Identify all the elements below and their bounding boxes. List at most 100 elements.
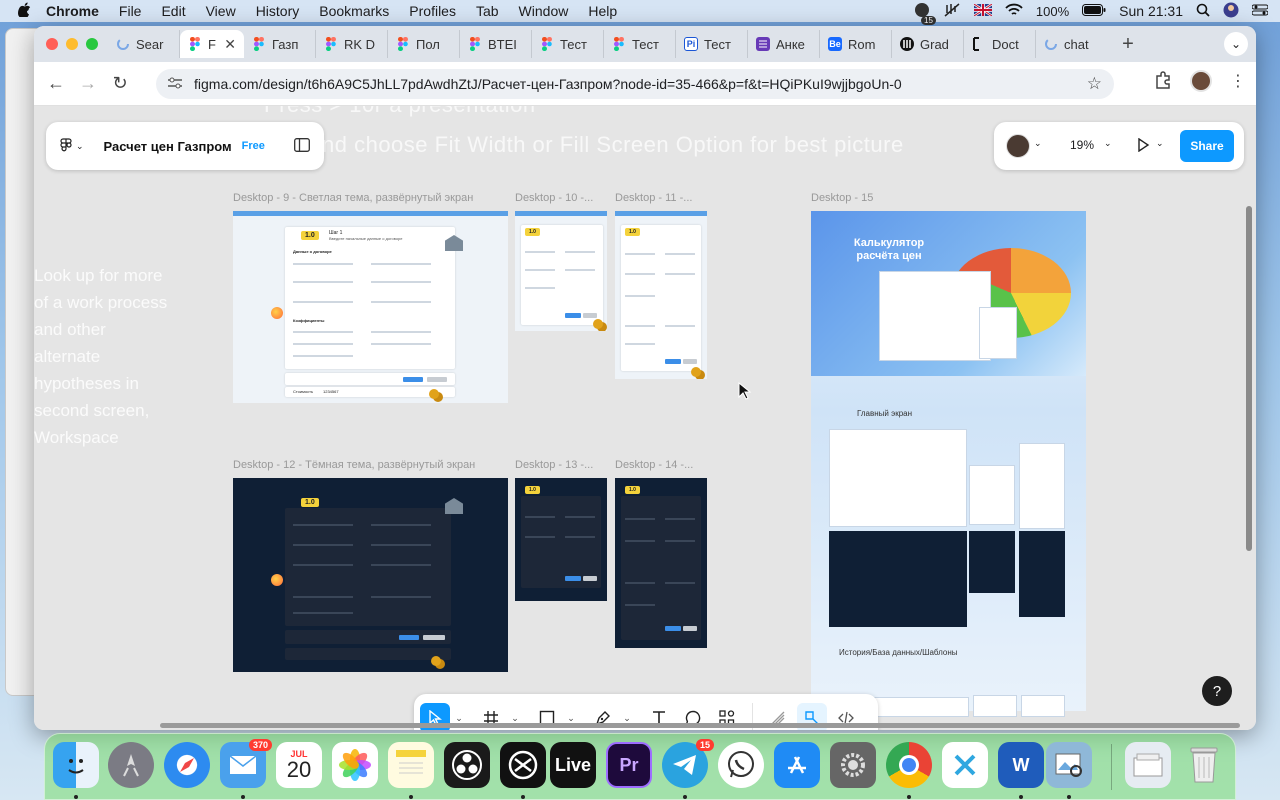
- wifi-icon[interactable]: [1005, 3, 1023, 20]
- zoom-chevron-icon[interactable]: ⌄: [1104, 138, 1112, 149]
- frame-label-desktop-12[interactable]: Desktop - 12 - Тёмная тема, развёрнутый …: [233, 459, 475, 471]
- menu-profiles[interactable]: Profiles: [409, 3, 456, 19]
- vertical-scrollbar[interactable]: [1246, 206, 1252, 551]
- premiere-pro-icon[interactable]: Pr: [606, 742, 652, 788]
- microsoft-word-icon[interactable]: W: [998, 742, 1044, 788]
- pen-tool-chevron-icon[interactable]: ⌄: [622, 713, 632, 724]
- tab-figma-test-1[interactable]: Тест: [532, 30, 604, 58]
- present-chevron-icon[interactable]: ⌄: [1156, 138, 1164, 149]
- figma-main-menu-icon[interactable]: ⌄: [60, 138, 84, 154]
- user-profile-icon[interactable]: [1223, 2, 1239, 21]
- system-settings-icon[interactable]: [830, 742, 876, 788]
- tab-pi-test[interactable]: Pi Тест: [676, 30, 748, 58]
- xcode-tool-icon[interactable]: [942, 742, 988, 788]
- uk-flag-icon[interactable]: [973, 2, 993, 19]
- frame-label-desktop-10[interactable]: Desktop - 10 -...: [515, 192, 593, 204]
- menu-edit[interactable]: Edit: [161, 3, 185, 19]
- tab-search-chevron-icon[interactable]: ⌄: [1224, 32, 1248, 56]
- forward-button[interactable]: →: [72, 73, 104, 94]
- preview-icon[interactable]: [1046, 742, 1092, 788]
- frame-desktop-12[interactable]: 1.0: [233, 478, 508, 672]
- tab-figma-active[interactable]: F ✕: [180, 30, 244, 58]
- frame-desktop-14[interactable]: 1.0: [615, 478, 707, 648]
- tab-figma-pol[interactable]: Пол: [388, 30, 460, 58]
- photos-icon[interactable]: [332, 742, 378, 788]
- frame-desktop-11[interactable]: 1.0: [615, 211, 707, 379]
- capcut-icon[interactable]: [500, 742, 546, 788]
- tab-grad[interactable]: Grad: [892, 30, 964, 58]
- frame-tool-chevron-icon[interactable]: ⌄: [510, 713, 520, 724]
- frame-desktop-10[interactable]: 1.0: [515, 211, 607, 331]
- menu-history[interactable]: History: [256, 3, 300, 19]
- frame-label-desktop-14[interactable]: Desktop - 14 -...: [615, 459, 693, 471]
- whatsapp-icon[interactable]: [718, 742, 764, 788]
- avatar-chevron-icon[interactable]: ⌄: [1034, 138, 1042, 149]
- minimize-window-button[interactable]: [66, 38, 78, 50]
- site-info-icon[interactable]: [168, 76, 182, 92]
- finder-icon[interactable]: [53, 742, 99, 788]
- notification-status-icon[interactable]: 15: [914, 2, 936, 25]
- tab-search[interactable]: Sear: [108, 30, 180, 58]
- frame-desktop-13[interactable]: 1.0: [515, 478, 607, 601]
- menu-help[interactable]: Help: [588, 3, 617, 19]
- chrome-menu-icon[interactable]: ⋮: [1230, 71, 1246, 91]
- reload-button[interactable]: ↻: [104, 73, 136, 94]
- close-tab-icon[interactable]: ✕: [224, 36, 236, 53]
- frame-label-desktop-11[interactable]: Desktop - 11 -...: [615, 192, 692, 204]
- zoom-window-button[interactable]: [86, 38, 98, 50]
- move-tool-chevron-icon[interactable]: ⌄: [454, 713, 464, 724]
- frame-label-desktop-15[interactable]: Desktop - 15: [811, 192, 873, 204]
- present-play-icon[interactable]: [1136, 137, 1150, 155]
- tab-forms[interactable]: Анке: [748, 30, 820, 58]
- figma-canvas[interactable]: Press > 10r a presentation nd choose Fit…: [34, 106, 1256, 730]
- frame-desktop-9[interactable]: 1.0 Шаг 1 Введите начальные данные о дог…: [233, 211, 508, 403]
- telegram-icon[interactable]: 15: [662, 739, 714, 788]
- menu-view[interactable]: View: [206, 3, 236, 19]
- frame-label-desktop-13[interactable]: Desktop - 13 -...: [515, 459, 593, 471]
- clock[interactable]: Sun 21:31: [1119, 3, 1183, 19]
- new-tab-button[interactable]: +: [1116, 33, 1140, 56]
- frame-desktop-15[interactable]: Калькулятор расчёта цен Главный экран Ис…: [811, 211, 1086, 717]
- mic-off-icon[interactable]: [943, 2, 961, 20]
- chrome-icon[interactable]: [886, 742, 932, 788]
- close-window-button[interactable]: [46, 38, 58, 50]
- back-button[interactable]: ←: [40, 73, 72, 94]
- share-button[interactable]: Share: [1180, 130, 1234, 162]
- help-button[interactable]: ?: [1202, 676, 1232, 706]
- address-bar[interactable]: figma.com/design/t6h6A9C5JhLL7pdAwdhZtJ/…: [156, 69, 1114, 99]
- menu-window[interactable]: Window: [519, 3, 569, 19]
- spotlight-search-icon[interactable]: [1196, 3, 1210, 20]
- user-avatar[interactable]: [1006, 134, 1030, 158]
- extensions-icon[interactable]: [1154, 70, 1172, 92]
- tab-figma-test-2[interactable]: Тест: [604, 30, 676, 58]
- menu-file[interactable]: File: [119, 3, 142, 19]
- safari-icon[interactable]: [164, 742, 210, 788]
- tab-figma-btei[interactable]: BTEI: [460, 30, 532, 58]
- horizontal-scrollbar[interactable]: [160, 723, 1240, 728]
- sidebar-toggle-icon[interactable]: [294, 137, 310, 155]
- tab-figma-gazprom[interactable]: Газп: [244, 30, 316, 58]
- tab-doc[interactable]: Doct: [964, 30, 1036, 58]
- app-store-icon[interactable]: [774, 742, 820, 788]
- plan-badge[interactable]: Free: [242, 140, 265, 152]
- file-name[interactable]: Расчет цен Газпром: [104, 139, 232, 154]
- rectangle-tool-chevron-icon[interactable]: ⌄: [566, 713, 576, 724]
- calendar-icon[interactable]: JUL 20: [276, 742, 322, 788]
- zoom-level[interactable]: 19%: [1070, 138, 1094, 152]
- trash-icon[interactable]: [1181, 742, 1227, 788]
- launchpad-icon[interactable]: [108, 742, 154, 788]
- battery-icon[interactable]: [1082, 3, 1106, 19]
- downloads-stack-icon[interactable]: [1125, 742, 1171, 788]
- menu-app-chrome[interactable]: Chrome: [46, 3, 99, 19]
- control-center-icon[interactable]: [1251, 4, 1269, 19]
- tab-figma-rk[interactable]: RK D: [316, 30, 388, 58]
- mail-icon[interactable]: 370: [220, 739, 272, 788]
- tab-behance[interactable]: Be Rom: [820, 30, 892, 58]
- notes-icon[interactable]: [388, 742, 434, 788]
- ableton-live-icon[interactable]: Live: [550, 742, 596, 788]
- profile-avatar[interactable]: [1190, 70, 1212, 92]
- frame-label-desktop-9[interactable]: Desktop - 9 - Светлая тема, развёрнутый …: [233, 192, 473, 204]
- obs-icon[interactable]: [444, 742, 490, 788]
- apple-menu-icon[interactable]: [14, 2, 34, 20]
- menu-bookmarks[interactable]: Bookmarks: [319, 3, 389, 19]
